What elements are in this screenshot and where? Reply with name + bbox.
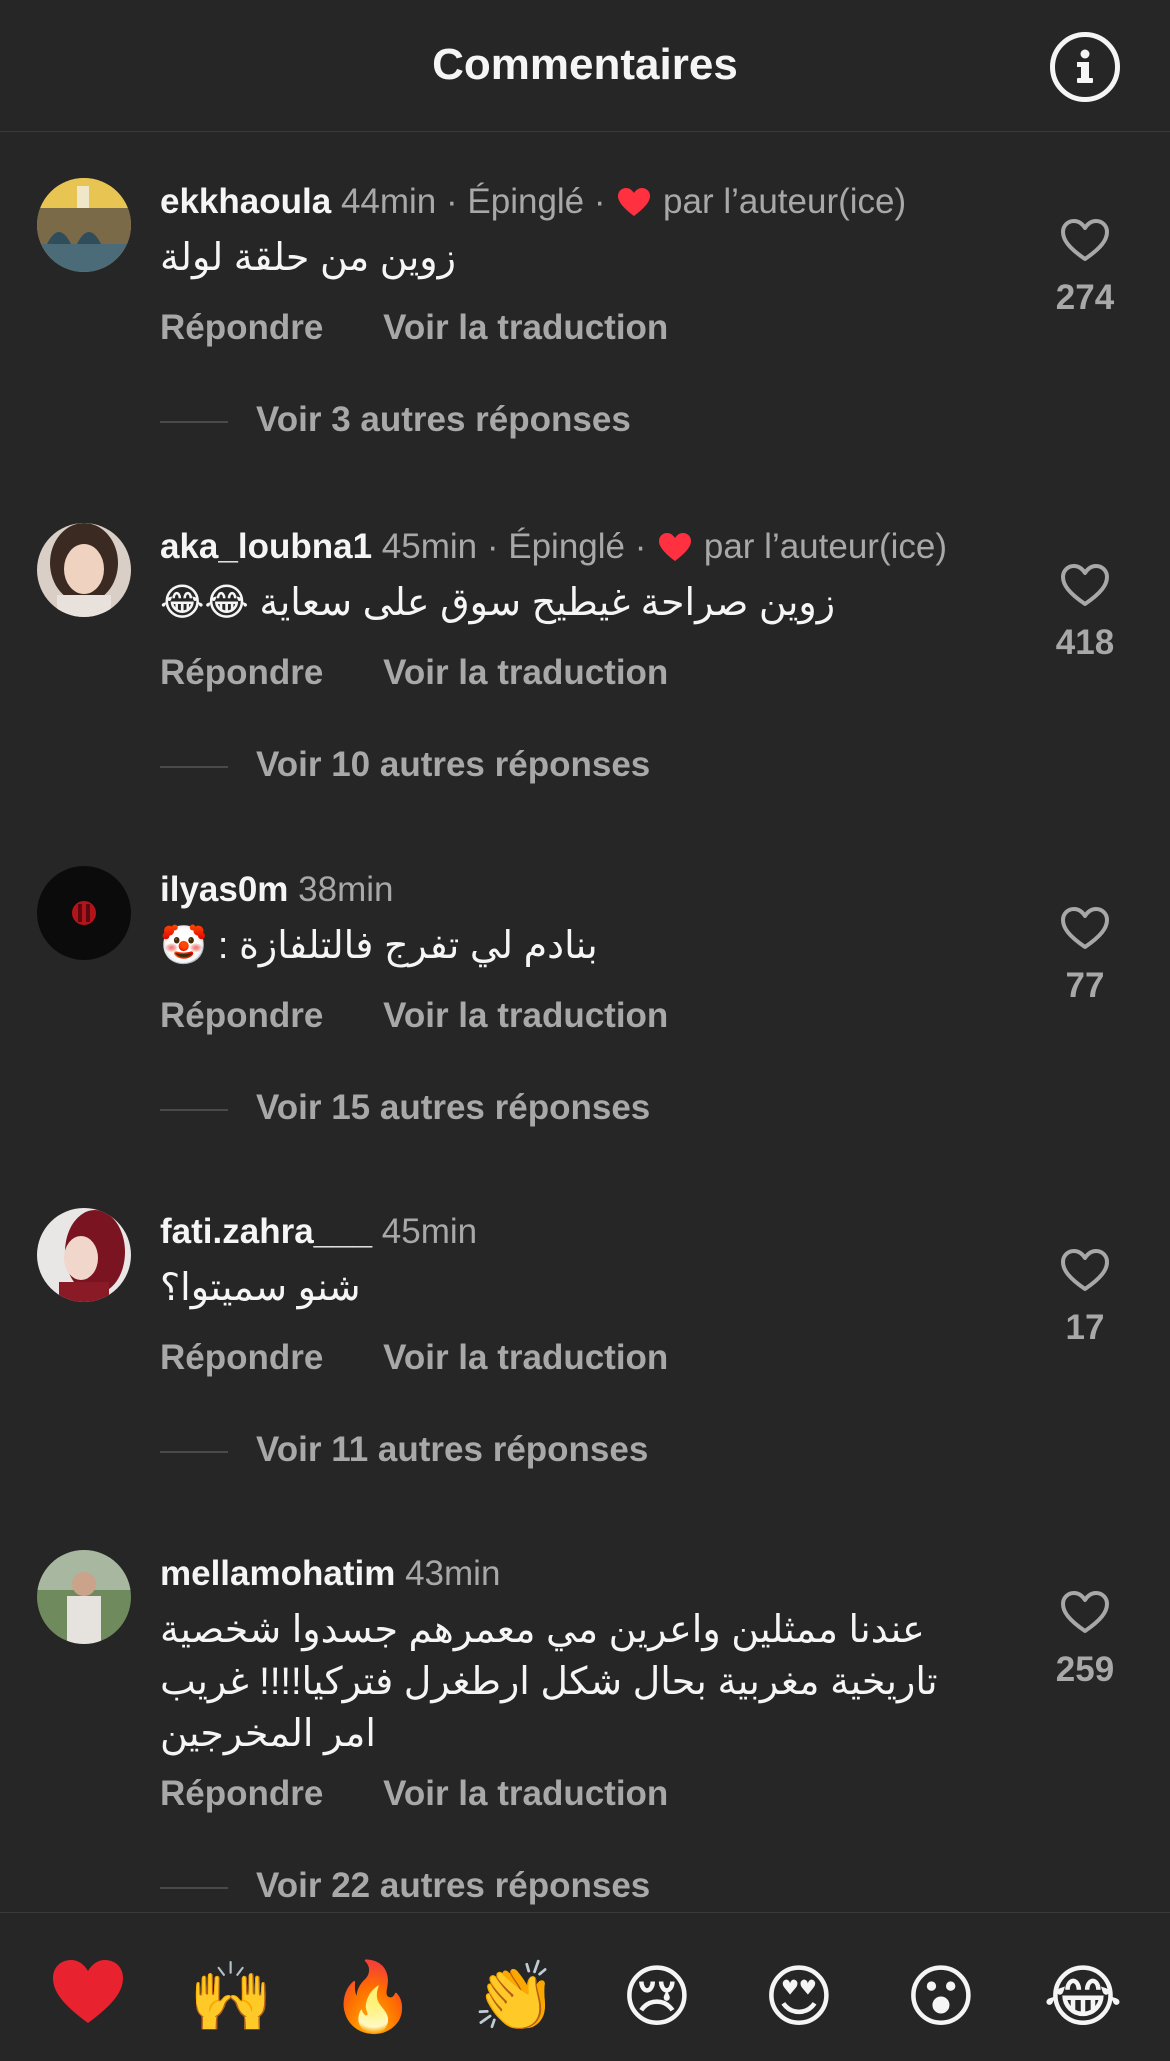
view-replies-label: Voir 22 autres réponses bbox=[256, 1866, 651, 1905]
view-replies-button[interactable]: Voir 11 autres réponses bbox=[160, 1428, 648, 1472]
like-control[interactable]: 274 bbox=[1040, 218, 1130, 320]
username[interactable]: ekkhaoula bbox=[160, 182, 331, 221]
reply-button[interactable]: Répondre bbox=[160, 306, 323, 350]
emoji-raising-hands[interactable]: 🙌 bbox=[186, 1957, 276, 2037]
view-replies-label: Voir 3 autres réponses bbox=[256, 400, 631, 439]
heart-outline-icon[interactable] bbox=[1060, 218, 1110, 262]
like-control[interactable]: 259 bbox=[1040, 1590, 1130, 1692]
liked-by-author-label: par l’auteur(ice) bbox=[703, 527, 948, 566]
emoji-reaction-bar: 🙌 🔥 👏 😢 😍 😮 😂 bbox=[0, 1912, 1170, 2061]
username[interactable]: aka_loubna1 bbox=[160, 527, 372, 566]
emoji-clapping-hands[interactable]: 👏 bbox=[470, 1957, 560, 2037]
username[interactable]: mellamohatim bbox=[160, 1554, 395, 1593]
comment-actions: Répondre Voir la traduction bbox=[160, 651, 668, 695]
like-count: 17 bbox=[1065, 1308, 1105, 1347]
view-replies-button[interactable]: Voir 15 autres réponses bbox=[160, 1086, 650, 1130]
like-count: 418 bbox=[1055, 623, 1115, 662]
replies-divider bbox=[160, 1886, 228, 1889]
replies-divider bbox=[160, 420, 228, 423]
comment-actions: Répondre Voir la traduction bbox=[160, 1336, 668, 1380]
translate-button[interactable]: Voir la traduction bbox=[383, 1772, 668, 1816]
like-count: 259 bbox=[1055, 1650, 1115, 1689]
emoji-heart-eyes[interactable]: 😍 bbox=[754, 1957, 844, 2037]
header: Commentaires bbox=[0, 0, 1170, 132]
timestamp: 45min bbox=[381, 1212, 478, 1251]
page-title: Commentaires bbox=[432, 40, 738, 89]
replies-divider bbox=[160, 1108, 228, 1111]
emoji-tears-of-joy[interactable]: 😂 bbox=[1038, 1957, 1128, 2037]
comment-actions: Répondre Voir la traduction bbox=[160, 306, 668, 350]
red-heart-icon bbox=[53, 1960, 123, 2023]
emoji-crying-face[interactable]: 😢 bbox=[612, 1957, 702, 2037]
like-count: 77 bbox=[1065, 966, 1105, 1005]
reply-button[interactable]: Répondre bbox=[160, 1336, 323, 1380]
translate-button[interactable]: Voir la traduction bbox=[383, 651, 668, 695]
like-count: 274 bbox=[1055, 278, 1115, 317]
comment-actions: Répondre Voir la traduction bbox=[160, 994, 668, 1038]
timestamp: 44min bbox=[340, 182, 437, 221]
heart-outline-icon[interactable] bbox=[1060, 906, 1110, 950]
separator: · bbox=[486, 527, 499, 566]
comment-meta: fati.zahra___ 45min bbox=[160, 1210, 477, 1254]
comment-text: زوين صراحة غيطيح سوق على سعاية 😂😂 bbox=[160, 582, 836, 624]
comment-meta: aka_loubna1 45min · Épinglé · par l’aute… bbox=[160, 525, 947, 569]
info-button[interactable] bbox=[1050, 32, 1120, 102]
comment-text: عندنا ممثلين واعرين مي معمرهم جسدوا شخصي… bbox=[160, 1609, 938, 1755]
author-heart-icon bbox=[659, 533, 692, 561]
replies-divider bbox=[160, 765, 228, 768]
pinned-label: Épinglé bbox=[467, 182, 585, 221]
emoji-surprised-face[interactable]: 😮 bbox=[896, 1957, 986, 2037]
comment-meta: ilyas0m 38min bbox=[160, 868, 394, 912]
replies-divider bbox=[160, 1450, 228, 1453]
username[interactable]: ilyas0m bbox=[160, 870, 288, 909]
like-control[interactable]: 17 bbox=[1040, 1248, 1130, 1350]
view-replies-label: Voir 10 autres réponses bbox=[256, 745, 651, 784]
avatar[interactable] bbox=[37, 866, 131, 960]
comment-text: شنو سميتوا؟ bbox=[160, 1267, 361, 1309]
heart-outline-icon[interactable] bbox=[1060, 1590, 1110, 1634]
emoji-red-heart[interactable] bbox=[43, 1957, 133, 2037]
author-heart-icon bbox=[618, 188, 651, 216]
reply-button[interactable]: Répondre bbox=[160, 1772, 323, 1816]
like-control[interactable]: 418 bbox=[1040, 563, 1130, 665]
separator: · bbox=[634, 527, 647, 566]
liked-by-author-label: par l’auteur(ice) bbox=[663, 182, 907, 221]
view-replies-button[interactable]: Voir 10 autres réponses bbox=[160, 743, 650, 787]
comment-meta: mellamohatim 43min bbox=[160, 1552, 500, 1596]
avatar[interactable] bbox=[37, 1208, 131, 1302]
username[interactable]: fati.zahra___ bbox=[160, 1212, 372, 1251]
comment-text: زوين من حلقة لولة bbox=[160, 237, 456, 279]
avatar[interactable] bbox=[37, 523, 131, 617]
comment-actions: Répondre Voir la traduction bbox=[160, 1772, 668, 1816]
reply-button[interactable]: Répondre bbox=[160, 651, 323, 695]
comment-meta: ekkhaoula 44min · Épinglé · par l’auteur… bbox=[160, 180, 906, 224]
translate-button[interactable]: Voir la traduction bbox=[383, 1336, 668, 1380]
avatar[interactable] bbox=[37, 1550, 131, 1644]
timestamp: 43min bbox=[405, 1554, 501, 1593]
reply-button[interactable]: Répondre bbox=[160, 994, 323, 1038]
info-icon bbox=[1077, 49, 1093, 83]
avatar[interactable] bbox=[37, 178, 131, 272]
like-control[interactable]: 77 bbox=[1040, 906, 1130, 1008]
heart-outline-icon[interactable] bbox=[1060, 1248, 1110, 1292]
timestamp: 38min bbox=[298, 870, 394, 909]
separator: · bbox=[446, 182, 458, 221]
translate-button[interactable]: Voir la traduction bbox=[383, 994, 668, 1038]
timestamp: 45min bbox=[381, 527, 478, 566]
separator: · bbox=[593, 182, 606, 221]
view-replies-label: Voir 15 autres réponses bbox=[256, 1088, 651, 1127]
comment-text: بنادم لي تفرج فالتلفازة : 🤡 bbox=[160, 925, 598, 967]
view-replies-button[interactable]: Voir 22 autres réponses bbox=[160, 1864, 650, 1908]
view-replies-label: Voir 11 autres réponses bbox=[256, 1430, 649, 1469]
view-replies-button[interactable]: Voir 3 autres réponses bbox=[160, 398, 631, 442]
pinned-label: Épinglé bbox=[508, 527, 625, 566]
heart-outline-icon[interactable] bbox=[1060, 563, 1110, 607]
translate-button[interactable]: Voir la traduction bbox=[383, 306, 668, 350]
emoji-fire[interactable]: 🔥 bbox=[328, 1957, 418, 2037]
